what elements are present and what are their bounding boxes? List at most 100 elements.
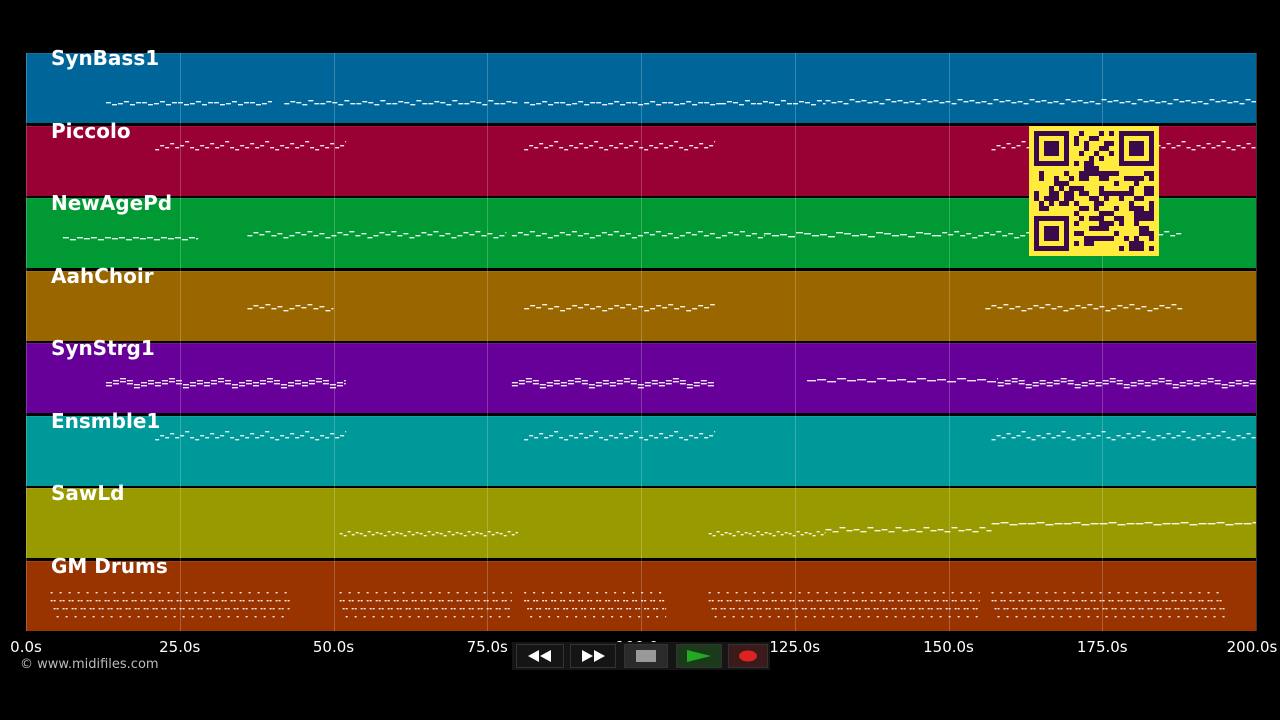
- rewind-button[interactable]: [516, 644, 564, 668]
- midi-note: [624, 436, 629, 438]
- midi-note: [402, 591, 405, 593]
- midi-note: [1054, 599, 1057, 601]
- midi-note: [764, 532, 768, 534]
- midi-note: [443, 535, 447, 537]
- midi-note: [1108, 522, 1117, 524]
- midi-note: [118, 237, 125, 239]
- midi-note: [294, 380, 301, 382]
- midi-note: [175, 146, 180, 148]
- record-button[interactable]: [728, 644, 768, 668]
- midi-note: [1181, 430, 1186, 432]
- midi-note: [447, 599, 450, 601]
- midi-note: [947, 381, 957, 383]
- stop-button[interactable]: [624, 644, 668, 668]
- midi-note: [271, 307, 277, 309]
- midi-note: [426, 615, 429, 617]
- midi-note: [714, 607, 717, 609]
- midi-note: [669, 434, 674, 436]
- qr-code-icon[interactable]: [1029, 126, 1159, 256]
- midi-note: [711, 599, 714, 601]
- midi-note: [917, 378, 927, 380]
- midi-note: [542, 599, 545, 601]
- midi-note: [220, 434, 225, 436]
- midi-note: [287, 385, 294, 387]
- midi-note: [780, 599, 783, 601]
- midi-note: [330, 432, 335, 434]
- midi-note: [439, 533, 443, 535]
- midi-note: [227, 607, 230, 609]
- midi-note: [242, 607, 245, 609]
- midi-note: [1042, 607, 1045, 609]
- midi-note: [1067, 383, 1074, 385]
- midi-note: [305, 140, 310, 142]
- midi-note: [511, 382, 518, 384]
- midi-note: [665, 607, 667, 609]
- midi-note: [427, 531, 431, 533]
- midi-note: [1198, 599, 1201, 601]
- midi-note: [958, 530, 965, 532]
- midi-note: [152, 607, 155, 609]
- midi-note: [230, 599, 233, 601]
- midi-note: [529, 434, 534, 436]
- tick-label: 50.0s: [312, 638, 355, 656]
- midi-note: [720, 103, 726, 105]
- midi-note: [861, 591, 864, 593]
- midi-note: [1141, 305, 1147, 307]
- midi-note: [729, 599, 732, 601]
- midi-note: [501, 599, 504, 601]
- track-gm-drums[interactable]: GM Drums: [26, 554, 1256, 631]
- midi-note: [393, 599, 396, 601]
- midi-note: [948, 607, 951, 609]
- midi-note: [1195, 607, 1198, 609]
- midi-note: [608, 103, 614, 105]
- midi-note: [753, 591, 756, 593]
- midi-note: [375, 591, 378, 593]
- midi-note: [487, 233, 493, 235]
- track-synbass1[interactable]: SynBass1: [26, 46, 1256, 123]
- midi-note: [884, 233, 891, 235]
- track-synstrg1[interactable]: SynStrg1: [26, 336, 1256, 413]
- midi-note: [1120, 599, 1123, 601]
- midi-note: [820, 234, 827, 236]
- midi-note: [686, 309, 692, 311]
- midi-note: [1011, 102, 1017, 104]
- play-button[interactable]: [676, 644, 722, 668]
- midi-note: [654, 146, 659, 148]
- midi-note: [191, 607, 194, 609]
- track-aahchoir[interactable]: AahChoir: [26, 264, 1256, 341]
- midi-note: [659, 432, 664, 434]
- track-name: Piccolo: [51, 118, 131, 143]
- fast-forward-button[interactable]: [570, 644, 616, 668]
- midi-note: [638, 607, 641, 609]
- midi-note: [476, 102, 482, 104]
- midi-note: [662, 306, 668, 308]
- midi-note: [1072, 599, 1075, 601]
- midi-note: [451, 237, 457, 239]
- midi-note: [1214, 383, 1221, 385]
- midi-note: [1063, 591, 1066, 593]
- midi-note: [456, 599, 459, 601]
- midi-note: [1177, 307, 1183, 309]
- midi-note: [74, 615, 77, 617]
- midi-note: [933, 599, 936, 601]
- midi-note: [146, 607, 149, 609]
- midi-note: [578, 591, 581, 593]
- midi-note: [1228, 382, 1235, 384]
- track-sawld[interactable]: SawLd: [26, 481, 1256, 558]
- tick-label: 125.0s: [769, 638, 821, 656]
- midi-note: [759, 615, 762, 617]
- track-ensmble1[interactable]: Ensmble1: [26, 409, 1256, 486]
- midi-note: [1059, 103, 1065, 105]
- midi-note: [392, 103, 398, 105]
- midi-note: [354, 615, 357, 617]
- midi-note: [182, 607, 185, 609]
- midi-note: [569, 599, 572, 601]
- midi-note: [575, 615, 578, 617]
- midi-note: [447, 591, 450, 593]
- stop-icon: [636, 650, 656, 662]
- midi-note: [816, 599, 819, 601]
- midi-note: [104, 237, 111, 239]
- midi-note: [224, 380, 231, 382]
- midi-note: [644, 148, 649, 150]
- midi-note: [1210, 607, 1213, 609]
